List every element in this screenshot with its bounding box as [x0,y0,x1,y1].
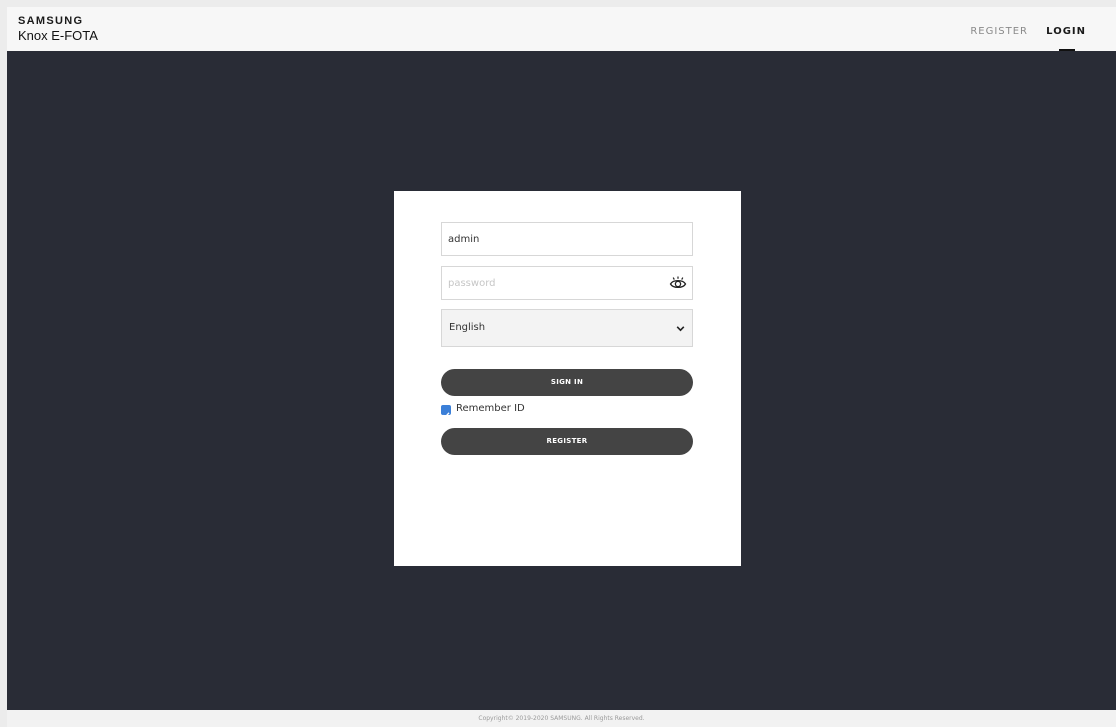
product-name: Knox E-FOTA [18,28,98,43]
language-select[interactable]: English [441,309,693,347]
register-button[interactable]: REGISTER [441,428,693,455]
login-card: English SIGN IN Remember ID REGISTER [394,191,741,566]
copyright-text: Copyright© 2019-2020 SAMSUNG. All Rights… [478,715,645,722]
app-window: SAMSUNG Knox E-FOTA REGISTER LOGIN admin… [7,7,1116,727]
main-background: English SIGN IN Remember ID REGISTER [7,51,1116,710]
password-field[interactable] [441,266,693,300]
nav-register-link[interactable]: REGISTER [970,26,1028,37]
footer: Copyright© 2019-2020 SAMSUNG. All Rights… [7,710,1116,727]
remember-id-label: Remember ID [456,403,525,414]
nav-login-link[interactable]: LOGIN [1046,26,1086,37]
remember-id-checkbox[interactable] [441,405,451,419]
id-field[interactable] [441,222,693,256]
chevron-down-icon [676,326,685,332]
checkmark-icon [442,412,450,419]
show-password-eye-icon[interactable] [669,275,687,291]
sign-in-button[interactable]: SIGN IN [441,369,693,396]
samsung-logo: SAMSUNG [18,15,84,27]
top-header: SAMSUNG Knox E-FOTA REGISTER LOGIN [7,7,1116,51]
id-input[interactable] [442,223,648,255]
language-selected-value: English [449,322,486,333]
password-input[interactable] [442,267,648,299]
